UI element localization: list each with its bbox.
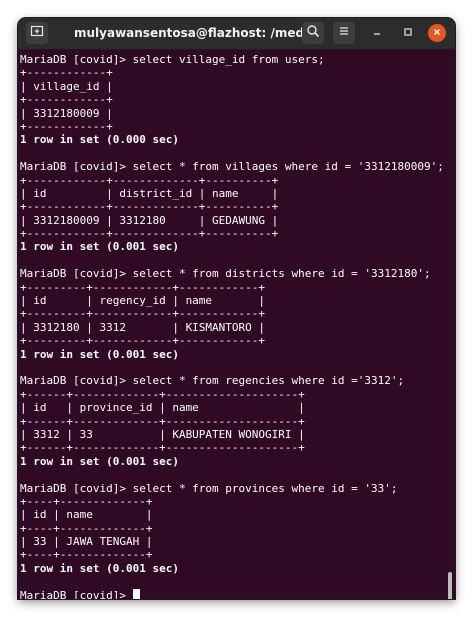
- terminal-line: MariaDB [covid]> select * from districts…: [20, 267, 431, 281]
- terminal-line: | 3312 | 33 | KABUPATEN WONOGIRI |: [20, 427, 305, 441]
- terminal-line: 1 row in set (0.001 sec): [20, 347, 179, 361]
- terminal-line: 1 row in set (0.000 sec): [20, 133, 179, 147]
- terminal-line: | 3312180 | 3312 | KISMANTORO |: [20, 320, 266, 334]
- search-button[interactable]: [302, 22, 324, 44]
- terminal-line: +----+-------------+: [20, 521, 153, 535]
- terminal-line: | 33 | JAWA TENGAH |: [20, 535, 153, 549]
- minimize-icon: [372, 24, 382, 42]
- terminal-line: +------------+-------------+----------+: [20, 227, 279, 241]
- terminal-line: +------+-------------+------------------…: [20, 414, 305, 428]
- terminal-line: | village_id |: [20, 79, 113, 93]
- search-icon: [306, 24, 320, 43]
- terminal-line: | id | province_id | name |: [20, 401, 305, 415]
- terminal-line: +------------+: [20, 93, 113, 107]
- terminal-line: +------------+: [20, 66, 113, 80]
- menu-button[interactable]: [333, 22, 355, 44]
- terminal-line: | 3312180009 |: [20, 106, 113, 120]
- title-bar[interactable]: mulyawansentosa@flazhost: /media/mul...: [18, 18, 455, 50]
- terminal-line: MariaDB [covid]> select * from regencies…: [20, 374, 405, 388]
- window-title: mulyawansentosa@flazhost: /media/mul...: [74, 26, 314, 40]
- prompt-text: MariaDB [covid]>: [20, 588, 133, 599]
- terminal-line: MariaDB [covid]> select village_id from …: [20, 53, 325, 66]
- terminal-window: mulyawansentosa@flazhost: /media/mul...: [18, 18, 455, 599]
- terminal-line: +----+-------------+: [20, 548, 153, 562]
- scrollbar-thumb[interactable]: [448, 572, 452, 599]
- new-tab-icon: [30, 24, 44, 43]
- terminal-line: +------------+-------------+----------+: [20, 200, 279, 214]
- terminal-line: +------------+: [20, 119, 113, 133]
- terminal-line: | 3312180009 | 3312180 | GEDAWUNG |: [20, 213, 279, 227]
- terminal-line: +------+-------------+------------------…: [20, 441, 305, 455]
- terminal-line: +---------+------------+------------+: [20, 334, 266, 348]
- terminal-line: +---------+------------+------------+: [20, 280, 266, 294]
- minimize-button[interactable]: [368, 24, 386, 42]
- close-icon: [432, 24, 442, 42]
- terminal-line: MariaDB [covid]> select * from villages …: [20, 160, 443, 174]
- terminal-line: +------------+-------------+----------+: [20, 173, 279, 187]
- terminal-line: 1 row in set (0.001 sec): [20, 561, 179, 575]
- maximize-button[interactable]: [399, 24, 417, 42]
- terminal-output[interactable]: MariaDB [covid]> select village_id from …: [18, 50, 443, 599]
- terminal-line: +----+-------------+: [20, 494, 153, 508]
- maximize-icon: [403, 24, 413, 42]
- hamburger-menu-icon: [338, 24, 350, 42]
- terminal-line: +------+-------------+------------------…: [20, 387, 305, 401]
- scrollbar[interactable]: [445, 50, 455, 599]
- terminal-line: 1 row in set (0.001 sec): [20, 454, 179, 468]
- new-tab-button[interactable]: [26, 22, 48, 44]
- terminal-line: | id | district_id | name |: [20, 186, 279, 200]
- terminal-line: MariaDB [covid]> select * from provinces…: [20, 481, 398, 495]
- text-cursor: [132, 588, 140, 599]
- prompt-line[interactable]: MariaDB [covid]>: [20, 588, 443, 599]
- terminal-line: 1 row in set (0.001 sec): [20, 240, 179, 254]
- close-button[interactable]: [428, 24, 446, 42]
- terminal-line: +---------+------------+------------+: [20, 307, 266, 321]
- terminal-line: | id | name |: [20, 508, 153, 522]
- terminal-line: | id | regency_id | name |: [20, 294, 266, 308]
